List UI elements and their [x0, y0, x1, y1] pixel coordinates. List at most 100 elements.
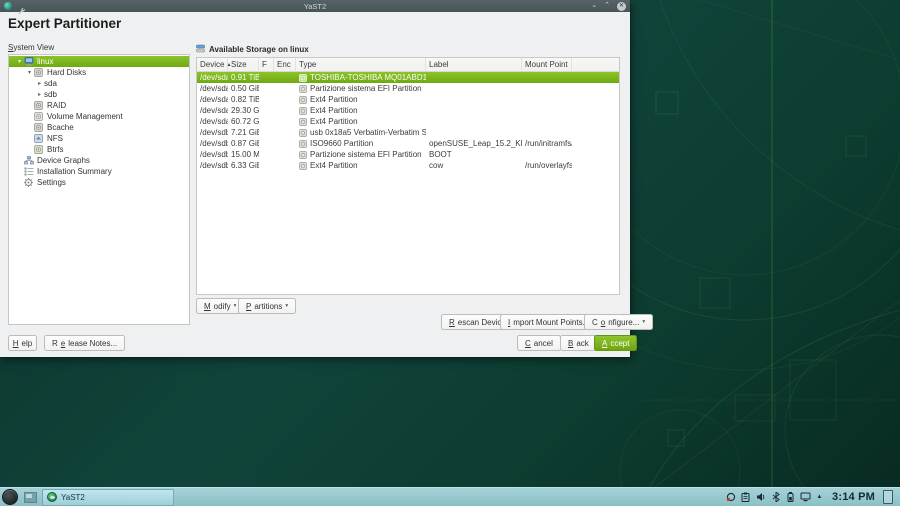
sidebar-item-label: linux [37, 57, 53, 66]
size-cell: 29.30 GiB [228, 106, 259, 115]
cancel-button[interactable]: Cancel [517, 335, 561, 351]
sidebar-item-label: Bcache [47, 123, 74, 132]
partition-type-icon [299, 129, 307, 137]
battery-icon[interactable] [785, 492, 796, 503]
minimize-icon[interactable]: ⌄ [591, 2, 597, 10]
page-title: Expert Partitioner [8, 16, 121, 31]
table-row-dev-sdb3[interactable]: /dev/sdb36.33 GiBExt4 Partitioncow/run/o… [197, 160, 619, 171]
dropdown-caret-icon: ▾ [234, 303, 237, 309]
expand-icon[interactable]: ▸ [35, 91, 44, 98]
type-cell: Partizione sistema EFI Partition [296, 84, 426, 93]
dropdown-caret-icon: ▾ [642, 319, 645, 325]
clipboard-icon[interactable] [740, 492, 751, 503]
partition-type-icon [299, 162, 307, 170]
system-view-tree[interactable]: ▾linux▾Hard Disks▸sda▸sdbRAIDVolume Mana… [8, 54, 190, 325]
storage-icon [196, 44, 205, 55]
taskbar-item-label: YaST2 [61, 493, 85, 502]
sidebar-item-btrfs[interactable]: Btrfs [9, 144, 189, 155]
sidebar-item-settings[interactable]: Settings [9, 177, 189, 188]
display-icon[interactable] [800, 492, 811, 503]
sidebar-item-installation-summary[interactable]: Installation Summary [9, 166, 189, 177]
partition-type-icon [299, 151, 307, 159]
column-header-size[interactable]: Size [228, 58, 259, 71]
table-row-dev-sda4[interactable]: /dev/sda460.72 GiBExt4 Partition [197, 116, 619, 127]
device-cell: /dev/sdb3 [197, 161, 228, 170]
close-icon[interactable]: ✕ [617, 2, 626, 11]
release-notes-button[interactable]: Release Notes... [44, 335, 125, 351]
sidebar-item-sda[interactable]: ▸sda [9, 78, 189, 89]
table-row-dev-sda[interactable]: /dev/sda0.91 TiBTOSHIBA-TOSHIBA MQ01ABD1 [197, 72, 619, 83]
device-cell: /dev/sdb2 [197, 150, 228, 159]
maximize-icon[interactable]: ⌃ [604, 2, 610, 10]
column-header-label[interactable]: Label [426, 58, 522, 71]
collapse-icon[interactable]: ▾ [25, 69, 34, 76]
sidebar-item-nfs[interactable]: NFS [9, 133, 189, 144]
dropdown-caret-icon: ▾ [285, 303, 288, 309]
table-row-dev-sdb1[interactable]: /dev/sdb10.87 GiBISO9660 PartitionopenSU… [197, 138, 619, 149]
column-header-label: Enc [277, 60, 291, 69]
show-desktop-button[interactable] [883, 490, 893, 504]
computer-icon [24, 57, 34, 66]
installation-summary-icon [24, 167, 34, 176]
updates-icon[interactable] [725, 492, 736, 503]
column-header-f[interactable]: F [259, 58, 274, 71]
device-cell: /dev/sda2 [197, 95, 228, 104]
sidebar-item-sdb[interactable]: ▸sdb [9, 89, 189, 100]
sidebar-item-volume-management[interactable]: Volume Management [9, 111, 189, 122]
table-row-dev-sdb[interactable]: /dev/sdb7.21 GiBusb 0x18a5 Verbatim-Verb… [197, 127, 619, 138]
type-cell: ISO9660 Partition [296, 139, 426, 148]
table-row-dev-sda1[interactable]: /dev/sda10.50 GiBPartizione sistema EFI … [197, 83, 619, 94]
sidebar-item-raid[interactable]: RAID [9, 100, 189, 111]
configure-button[interactable]: Configure... ▾ [584, 314, 653, 330]
raid-icon [34, 101, 44, 110]
type-cell: Ext4 Partition [296, 95, 426, 104]
system-tray: ▲ 3:14 PM [725, 490, 900, 504]
partition-type-icon [299, 140, 307, 148]
size-cell: 15.00 MiB [228, 150, 259, 159]
size-cell: 0.82 TiB [228, 95, 259, 104]
storage-header-text: Available Storage on linux [209, 45, 309, 54]
column-header-type[interactable]: Type [296, 58, 426, 71]
partitions-button[interactable]: Partitions ▾ [238, 298, 296, 314]
column-header-mount-point[interactable]: Mount Point [522, 58, 572, 71]
storage-table: Device▲SizeF Enc Type LabelMount Point /dev… [196, 57, 620, 295]
column-header-label: F [262, 60, 267, 69]
table-row-dev-sdb2[interactable]: /dev/sdb215.00 MiB Partizione sistema EFI… [197, 149, 619, 160]
back-button[interactable]: Back [560, 335, 597, 351]
device-cell: /dev/sda [197, 73, 228, 82]
expand-tray-icon[interactable]: ▲ [815, 494, 824, 500]
sidebar-item-hard-disks[interactable]: ▾ Hard Disks [9, 67, 189, 78]
mount-point-cell: /run/overlayfs [522, 161, 572, 170]
taskbar-item-yast2[interactable]: YaST2 [42, 489, 174, 506]
yast-task-icon [47, 492, 57, 502]
column-header-enc[interactable]: Enc [274, 58, 296, 71]
size-cell: 6.33 GiB [228, 161, 259, 170]
type-cell: TOSHIBA-TOSHIBA MQ01ABD1 [296, 73, 426, 82]
window-title: YaST2 [0, 2, 630, 11]
titlebar[interactable]: YaST2 ⌄ ⌃ ✕ [0, 0, 630, 12]
audio-volume-icon[interactable] [755, 492, 766, 503]
taskbar: YaST2 ▲ 3:14 PM [0, 487, 900, 506]
type-label: Partizione sistema EFI Partition [310, 150, 422, 159]
application-launcher-icon[interactable] [2, 489, 18, 505]
accept-button[interactable]: Accept [594, 335, 637, 351]
table-row-dev-sda2[interactable]: /dev/sda20.82 TiB Ext4 Partition [197, 94, 619, 105]
sidebar-item-linux[interactable]: ▾ linux [9, 56, 189, 67]
sidebar-item-bcache[interactable]: Bcache [9, 122, 189, 133]
column-header-label: Type [299, 60, 316, 69]
table-row-dev-sda3[interactable]: /dev/sda329.30 GiBExt4 Partition [197, 105, 619, 116]
label-cell: openSUSE_Leap_15.2_KDE_Live [426, 139, 522, 148]
digital-clock[interactable]: 3:14 PM [832, 491, 875, 503]
type-cell: Ext4 Partition [296, 161, 426, 170]
sidebar-item-label: Hard Disks [47, 68, 86, 77]
sidebar-item-device-graphs[interactable]: Device Graphs [9, 155, 189, 166]
sidebar-item-label: Device Graphs [37, 156, 90, 165]
virtual-desktop-pager[interactable] [24, 492, 37, 503]
import-mount-points-button[interactable]: Import Mount Points... [500, 314, 597, 330]
column-header-device[interactable]: Device▲ [197, 58, 228, 71]
help-button[interactable]: Help [8, 335, 37, 351]
collapse-icon[interactable]: ▾ [15, 58, 24, 65]
bluetooth-icon[interactable] [770, 492, 781, 503]
type-label: usb 0x18a5 Verbatim-Verbatim STORE N GO [310, 128, 426, 137]
expand-icon[interactable]: ▸ [35, 80, 44, 87]
